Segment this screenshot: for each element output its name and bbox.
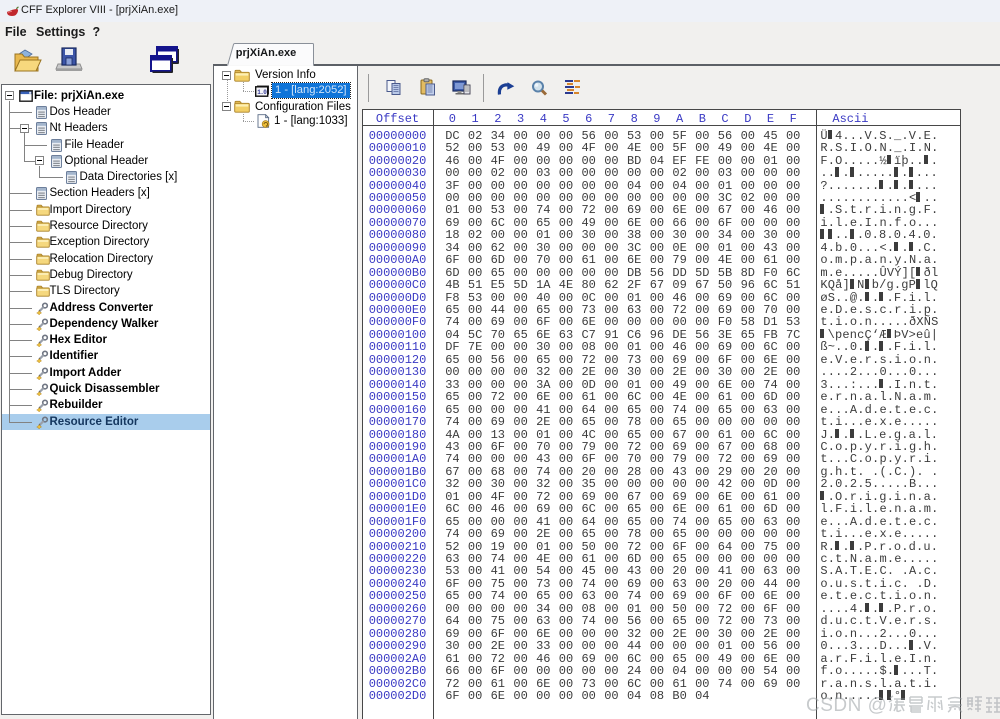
- svg-text:1.0: 1.0: [257, 89, 267, 96]
